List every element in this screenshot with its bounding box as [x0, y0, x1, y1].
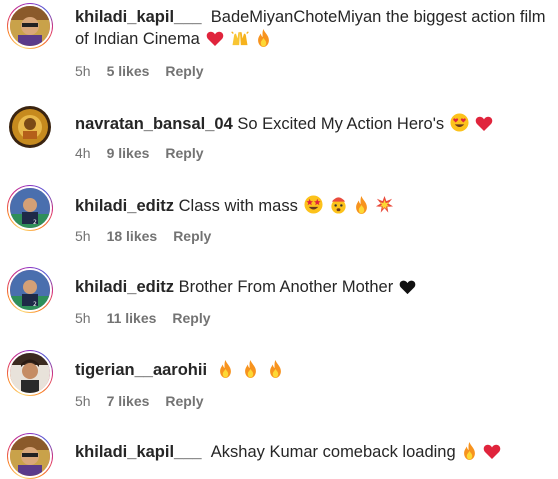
svg-text:2: 2 [33, 301, 37, 308]
comment-meta: 4h 9 likes Reply [75, 144, 204, 162]
avatar[interactable] [7, 350, 53, 396]
red-heart-icon [206, 30, 224, 47]
collision-icon [375, 195, 394, 214]
comment-meta: 5h 18 likes Reply [75, 227, 211, 245]
likes-count[interactable]: 7 likes [107, 392, 150, 410]
comment-text: khiladi_editz Brother From Another Mothe… [75, 276, 552, 298]
likes-count[interactable]: 11 likes [107, 309, 157, 327]
avatar-image: 2 [8, 268, 52, 312]
comment-text: khiladi_editz Class with mass [75, 195, 552, 217]
avatar-image: 2 [8, 186, 52, 230]
comment-body: Brother From Another Mother [179, 278, 417, 296]
comment-meta: 5h 7 likes Reply [75, 392, 204, 410]
reply-button[interactable]: Reply [165, 392, 203, 410]
likes-count[interactable]: 18 likes [107, 227, 158, 245]
comment-time: 5h [75, 228, 91, 244]
comment-text: khiladi_kapil___ BadeMiyanChoteMiyan the… [75, 6, 552, 50]
raising-hands-icon [230, 30, 250, 47]
comment-username[interactable]: khiladi_kapil___ [75, 8, 202, 26]
comment-text: khiladi_kapil___ Akshay Kumar comeback l… [75, 441, 552, 463]
comment-username[interactable]: tigerian__aarohii [75, 361, 207, 379]
likes-count[interactable]: 9 likes [107, 144, 150, 162]
comment-text: tigerian__aarohii [75, 359, 552, 381]
black-heart-icon [399, 279, 416, 295]
exploding-head-icon [329, 195, 348, 214]
comment-body: So Excited My Action Hero's [237, 113, 493, 133]
avatar[interactable] [7, 433, 53, 479]
reply-button[interactable]: Reply [165, 144, 203, 162]
avatar-image [8, 434, 52, 478]
red-heart-icon [475, 115, 493, 132]
svg-text:2: 2 [33, 219, 37, 226]
reply-button[interactable]: Reply [172, 309, 210, 327]
avatar-image [8, 351, 52, 395]
comment-username[interactable]: khiladi_editz [75, 278, 174, 296]
comment-username[interactable]: khiladi_kapil___ [75, 443, 202, 461]
fire-icon [268, 360, 283, 378]
comment-body: Class with mass [179, 195, 394, 215]
avatar[interactable]: 2 [7, 267, 53, 313]
red-heart-icon [483, 443, 501, 460]
comment-body [212, 360, 283, 379]
avatar[interactable] [7, 104, 53, 150]
avatar-image [9, 106, 51, 148]
fire-icon [256, 29, 271, 47]
comment-meta: 5h 11 likes Reply [75, 309, 211, 327]
star-struck-icon [304, 195, 323, 214]
likes-count[interactable]: 5 likes [107, 62, 150, 80]
fire-icon [462, 442, 477, 460]
fire-icon [243, 360, 258, 378]
comment-time: 4h [75, 145, 91, 161]
comment-time: 5h [75, 310, 91, 326]
reply-button[interactable]: Reply [173, 227, 211, 245]
fire-icon [354, 196, 369, 214]
reply-button[interactable]: Reply [165, 62, 203, 80]
comment-time: 5h [75, 393, 91, 409]
comment-meta: 5h 5 likes Reply [75, 62, 204, 80]
avatar[interactable] [7, 3, 53, 49]
comment-text: navratan_bansal_04 So Excited My Action … [75, 113, 552, 135]
heart-eyes-icon [450, 113, 469, 132]
comment-time: 5h [75, 63, 91, 79]
avatar[interactable]: 2 [7, 185, 53, 231]
avatar-image [8, 4, 52, 48]
comment-body: Akshay Kumar comeback loading [206, 442, 501, 461]
comment-username[interactable]: navratan_bansal_04 [75, 115, 233, 133]
comment-username[interactable]: khiladi_editz [75, 197, 174, 215]
fire-icon [218, 360, 233, 378]
